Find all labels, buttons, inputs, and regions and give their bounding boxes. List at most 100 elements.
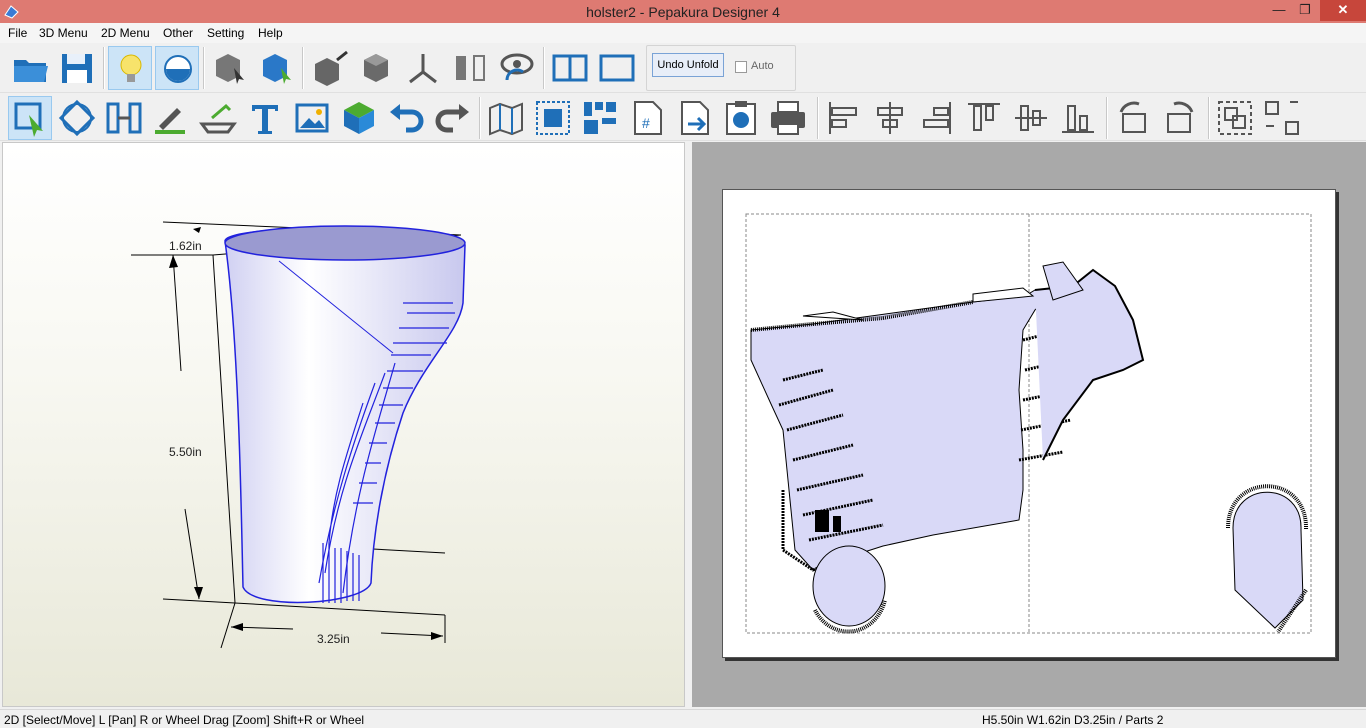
- light-toggle-button[interactable]: [108, 46, 152, 90]
- align-middle-icon: [1015, 105, 1047, 131]
- dimension-width-label: 3.25in: [317, 632, 350, 646]
- page-number-icon: #: [634, 101, 662, 135]
- select-part-button[interactable]: [255, 46, 299, 90]
- menu-other[interactable]: Other: [163, 26, 193, 40]
- texture-toggle-button[interactable]: [155, 46, 199, 90]
- dimension-height-label: 5.50in: [169, 445, 202, 459]
- clipboard-icon: [726, 101, 756, 135]
- save-icon: [62, 54, 92, 83]
- cube-button[interactable]: [337, 96, 381, 140]
- align-bottom-button[interactable]: [1056, 96, 1100, 140]
- align-bottom-icon: [1062, 105, 1094, 133]
- text-button[interactable]: [243, 96, 287, 140]
- menu-setting[interactable]: Setting: [207, 26, 244, 40]
- menu-bar: File 3D Menu 2D Menu Other Setting Help: [0, 23, 1366, 43]
- unfolded-pattern-canvas[interactable]: [723, 190, 1337, 659]
- ungroup-button[interactable]: [1260, 96, 1304, 140]
- align-left-button[interactable]: [822, 96, 866, 140]
- align-top-icon: [968, 103, 1000, 131]
- window-title: holster2 - Pepakura Designer 4: [586, 4, 780, 20]
- status-hint: 2D [Select/Move] L [Pan] R or Wheel Drag…: [4, 713, 365, 727]
- undo-button[interactable]: [384, 96, 428, 140]
- fit-page-button[interactable]: [531, 96, 575, 140]
- fit-page-icon: [536, 101, 570, 135]
- align-center-button[interactable]: [868, 96, 912, 140]
- print-icon: [771, 101, 805, 135]
- rotate-select-button[interactable]: [208, 46, 252, 90]
- rotate-icon: [58, 99, 96, 137]
- page-number-button[interactable]: #: [625, 96, 669, 140]
- add-flap-button[interactable]: [307, 46, 351, 90]
- rotate-select-icon: [216, 54, 244, 84]
- axis-button[interactable]: [401, 46, 445, 90]
- fold-line-icon: [199, 103, 237, 134]
- text-icon: [252, 105, 278, 134]
- dual-pane-button[interactable]: [548, 46, 592, 90]
- redo-button[interactable]: [431, 96, 475, 140]
- close-button[interactable]: ✕: [1320, 0, 1366, 21]
- toolbar-2d: #: [0, 93, 1366, 141]
- part-flap[interactable]: [1226, 484, 1309, 634]
- unfold-icon: [489, 102, 523, 136]
- open-button[interactable]: [8, 46, 52, 90]
- print-button[interactable]: [766, 96, 810, 140]
- redo-icon: [435, 104, 469, 133]
- toolbar-3d: Undo Unfold Auto: [0, 43, 1366, 93]
- group-button[interactable]: [1213, 96, 1257, 140]
- image-icon: [295, 103, 329, 133]
- part-main[interactable]: [750, 261, 1145, 634]
- holster-top-face: [224, 225, 466, 261]
- clipboard-button[interactable]: [719, 96, 763, 140]
- rotate-button[interactable]: [55, 96, 99, 140]
- align-right-button[interactable]: [914, 96, 958, 140]
- view-eye-button[interactable]: [495, 46, 539, 90]
- auto-checkbox[interactable]: [735, 61, 747, 73]
- align-left-icon: [829, 102, 857, 134]
- auto-label: Auto: [751, 60, 774, 72]
- cylinder-button[interactable]: [354, 46, 398, 90]
- rotate-left-button[interactable]: [1111, 96, 1155, 140]
- edit-line-icon: [155, 108, 185, 134]
- select-move-button[interactable]: [8, 96, 52, 140]
- view-eye-icon: [500, 53, 534, 81]
- svg-text:#: #: [642, 115, 650, 131]
- split-view-button[interactable]: [448, 46, 492, 90]
- fold-line-button[interactable]: [196, 96, 240, 140]
- ungroup-icon: [1265, 101, 1299, 135]
- save-button[interactable]: [55, 46, 99, 90]
- rotate-right-icon: [1167, 101, 1194, 133]
- unfold-button[interactable]: [484, 96, 528, 140]
- light-bulb-icon: [120, 54, 142, 82]
- menu-file[interactable]: File: [8, 26, 27, 40]
- menu-help[interactable]: Help: [258, 26, 283, 40]
- 3d-view-pane[interactable]: 1.62in 5.50in 3.25in: [2, 142, 685, 707]
- single-pane-icon: [599, 54, 635, 82]
- maximize-button[interactable]: ❐: [1292, 0, 1318, 21]
- 3d-model-canvas[interactable]: [3, 143, 686, 708]
- image-button[interactable]: [290, 96, 334, 140]
- undo-unfold-button[interactable]: Undo Unfold: [652, 53, 724, 77]
- join-split-button[interactable]: [102, 96, 146, 140]
- add-flap-icon: [315, 50, 348, 86]
- menu-2d[interactable]: 2D Menu: [101, 26, 150, 40]
- align-top-button[interactable]: [962, 96, 1006, 140]
- axis-icon: [409, 54, 437, 84]
- align-middle-button[interactable]: [1009, 96, 1053, 140]
- join-split-icon: [106, 102, 142, 134]
- split-view-icon: [456, 55, 485, 81]
- status-bar: 2D [Select/Move] L [Pan] R or Wheel Drag…: [0, 709, 1366, 728]
- rotate-right-button[interactable]: [1158, 96, 1202, 140]
- single-pane-button[interactable]: [595, 46, 639, 90]
- holster-model[interactable]: [224, 227, 466, 604]
- export-icon: [681, 101, 709, 135]
- cube-icon: [344, 102, 374, 134]
- menu-3d[interactable]: 3D Menu: [39, 26, 88, 40]
- arrange-button[interactable]: [578, 96, 622, 140]
- title-bar: holster2 - Pepakura Designer 4 — ❐ ✕: [0, 0, 1366, 23]
- paper-sheet[interactable]: [722, 189, 1336, 658]
- edit-line-button[interactable]: [149, 96, 193, 140]
- export-button[interactable]: [672, 96, 716, 140]
- rotate-left-icon: [1119, 101, 1146, 133]
- status-dimensions: H5.50in W1.62in D3.25in / Parts 2: [982, 713, 1164, 727]
- minimize-button[interactable]: —: [1266, 0, 1292, 21]
